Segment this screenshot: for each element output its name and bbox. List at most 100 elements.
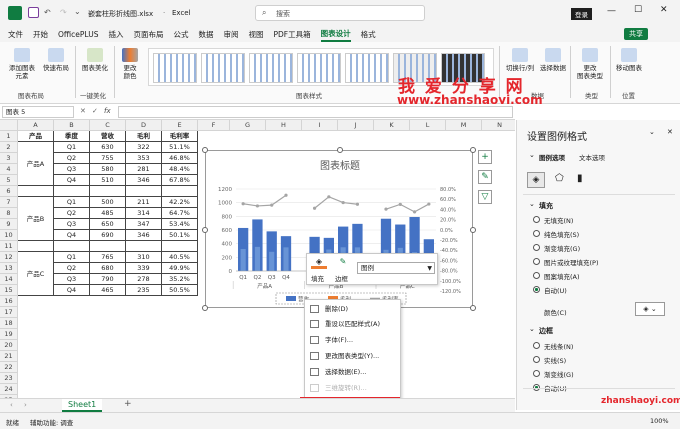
table-cell[interactable]: 339 bbox=[126, 263, 162, 274]
context-menu-item[interactable]: 选择数据(E)... bbox=[305, 365, 402, 379]
fill-heading[interactable]: 填充 bbox=[539, 201, 553, 211]
fx-icon[interactable]: fx bbox=[104, 107, 111, 115]
table-cell[interactable]: Q4 bbox=[54, 285, 90, 296]
switch-row-column-button[interactable]: 切换行/列 bbox=[503, 48, 537, 72]
tab-view[interactable]: 视图 bbox=[248, 28, 263, 41]
context-menu-item[interactable]: 删除(D) bbox=[305, 302, 402, 316]
radio-button[interactable] bbox=[533, 258, 540, 265]
resize-handle[interactable] bbox=[202, 147, 208, 153]
effects-icon[interactable]: ⬠ bbox=[555, 173, 564, 184]
table-cell[interactable] bbox=[90, 186, 126, 197]
column-header[interactable]: H bbox=[266, 120, 302, 131]
name-box[interactable]: 图表 5 bbox=[2, 106, 74, 118]
radio-button[interactable] bbox=[533, 230, 540, 237]
table-cell[interactable] bbox=[54, 241, 90, 252]
tab-data[interactable]: 数据 bbox=[198, 28, 213, 41]
customize-toolbar-icon[interactable]: ⌄ bbox=[74, 7, 81, 16]
table-cell[interactable]: 产品 bbox=[18, 131, 54, 142]
table-cell[interactable] bbox=[54, 186, 90, 197]
table-cell[interactable]: 产品C bbox=[18, 252, 54, 296]
resize-handle[interactable] bbox=[202, 227, 208, 233]
tab-officeplus[interactable]: OfficePLUS bbox=[58, 29, 98, 40]
tab-review[interactable]: 审阅 bbox=[223, 28, 238, 41]
column-header[interactable]: I bbox=[302, 120, 338, 131]
resize-handle[interactable] bbox=[470, 147, 476, 153]
table-cell[interactable]: 485 bbox=[90, 208, 126, 219]
table-cell[interactable] bbox=[126, 186, 162, 197]
radio-button[interactable] bbox=[533, 356, 540, 363]
resize-handle[interactable] bbox=[470, 227, 476, 233]
change-chart-type-button[interactable]: 更改 图表类型 bbox=[573, 48, 607, 80]
tab-formulas[interactable]: 公式 bbox=[173, 28, 188, 41]
row-header[interactable]: 21 bbox=[0, 351, 18, 362]
column-header[interactable]: B bbox=[54, 120, 90, 131]
radio-button[interactable] bbox=[533, 286, 540, 293]
undo-icon[interactable]: ↶ bbox=[44, 8, 51, 17]
table-cell[interactable]: 51.1% bbox=[162, 142, 198, 153]
table-cell[interactable]: 510 bbox=[90, 175, 126, 186]
radio-button[interactable] bbox=[533, 216, 540, 223]
column-header[interactable]: D bbox=[126, 120, 162, 131]
table-cell[interactable]: Q2 bbox=[54, 208, 90, 219]
table-cell[interactable] bbox=[90, 241, 126, 252]
context-menu-item[interactable]: 更改图表类型(Y)... bbox=[305, 349, 402, 363]
column-header[interactable]: C bbox=[90, 120, 126, 131]
sheet-tab-sheet1[interactable]: Sheet1 bbox=[62, 399, 103, 412]
accessibility-status[interactable]: 辅助功能: 调查 bbox=[30, 417, 73, 427]
table-cell[interactable]: 235 bbox=[126, 285, 162, 296]
row-header[interactable]: 5 bbox=[0, 175, 18, 186]
radio-button[interactable] bbox=[533, 342, 540, 349]
resize-handle[interactable] bbox=[202, 305, 208, 311]
column-header[interactable]: M bbox=[446, 120, 482, 131]
table-cell[interactable] bbox=[162, 241, 198, 252]
table-cell[interactable]: 211 bbox=[126, 197, 162, 208]
row-header[interactable]: 16 bbox=[0, 296, 18, 307]
row-header[interactable]: 13 bbox=[0, 263, 18, 274]
radio-button[interactable] bbox=[533, 370, 540, 377]
table-cell[interactable]: 690 bbox=[90, 230, 126, 241]
table-cell[interactable]: Q1 bbox=[54, 142, 90, 153]
table-cell[interactable]: 346 bbox=[126, 230, 162, 241]
table-cell[interactable]: 营收 bbox=[90, 131, 126, 142]
row-header[interactable]: 3 bbox=[0, 153, 18, 164]
table-cell[interactable]: 42.2% bbox=[162, 197, 198, 208]
table-cell[interactable]: 毛利率 bbox=[162, 131, 198, 142]
row-header[interactable]: 20 bbox=[0, 340, 18, 351]
table-cell[interactable]: 650 bbox=[90, 219, 126, 230]
table-cell[interactable]: 46.8% bbox=[162, 153, 198, 164]
tab-insert[interactable]: 插入 bbox=[108, 28, 123, 41]
tab-file[interactable]: 文件 bbox=[8, 28, 23, 41]
row-header[interactable]: 2 bbox=[0, 142, 18, 153]
redo-icon[interactable]: ↷ bbox=[60, 8, 67, 17]
table-cell[interactable]: Q1 bbox=[54, 197, 90, 208]
radio-button[interactable] bbox=[533, 272, 540, 279]
table-cell[interactable]: 产品B bbox=[18, 197, 54, 241]
tab-page-layout[interactable]: 页面布局 bbox=[133, 28, 163, 41]
column-header[interactable]: A bbox=[18, 120, 54, 131]
resize-handle[interactable] bbox=[470, 305, 476, 311]
table-cell[interactable]: 755 bbox=[90, 153, 126, 164]
table-cell[interactable]: 毛利 bbox=[126, 131, 162, 142]
pane-close-icon[interactable]: ✕ bbox=[667, 128, 673, 136]
table-cell[interactable]: 50.5% bbox=[162, 285, 198, 296]
table-cell[interactable] bbox=[18, 241, 54, 252]
column-header[interactable]: N bbox=[482, 120, 515, 131]
border-heading[interactable]: 边框 bbox=[539, 326, 553, 336]
resize-handle[interactable] bbox=[337, 147, 343, 153]
share-button[interactable]: 共享 bbox=[624, 28, 648, 40]
row-header[interactable]: 1 bbox=[0, 131, 18, 142]
add-sheet-button[interactable]: + bbox=[124, 399, 132, 409]
column-header[interactable]: E bbox=[162, 120, 198, 131]
table-cell[interactable]: 49.9% bbox=[162, 263, 198, 274]
table-cell[interactable] bbox=[162, 186, 198, 197]
chart-beautify-button[interactable]: 图表美化 bbox=[79, 48, 111, 72]
save-icon[interactable] bbox=[28, 7, 39, 18]
size-properties-icon[interactable]: ▮ bbox=[577, 173, 583, 184]
table-cell[interactable]: 40.5% bbox=[162, 252, 198, 263]
table-cell[interactable]: 314 bbox=[126, 208, 162, 219]
context-menu-item[interactable]: 字体(F)... bbox=[305, 333, 402, 347]
tab-text-options[interactable]: 文本选项 bbox=[579, 152, 605, 162]
column-header[interactable]: L bbox=[410, 120, 446, 131]
context-menu-item[interactable]: 重设以匹配样式(A) bbox=[305, 317, 402, 331]
login-button[interactable]: 登录 bbox=[571, 8, 592, 20]
